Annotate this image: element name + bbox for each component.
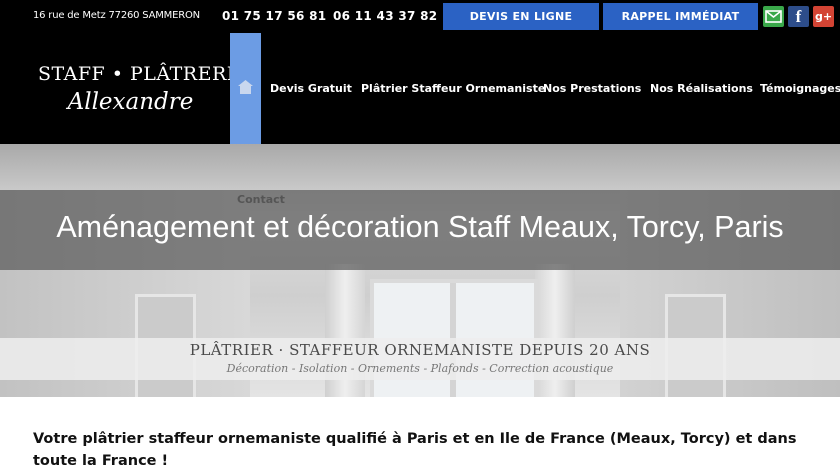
nav-contact[interactable]: Contact — [237, 193, 285, 206]
hero-tagline: PLÂTRIER · STAFFEUR ORNEMANISTE DEPUIS 2… — [189, 341, 651, 359]
address-text: 16 rue de Metz 77260 SAMMERON — [33, 10, 200, 21]
home-icon — [238, 79, 253, 94]
page-title: Aménagement et décoration Staff Meaux, T… — [56, 210, 784, 244]
hero-decor — [0, 144, 840, 190]
logo-line-2: Allexandre — [67, 89, 194, 115]
google-plus-icon[interactable]: g+ — [813, 6, 834, 27]
rappel-immediat-button[interactable]: RAPPEL IMMÉDIAT — [603, 3, 758, 30]
phone-number-1[interactable]: 01 75 17 56 81 — [222, 9, 326, 23]
nav-realisations[interactable]: Nos Réalisations — [650, 82, 753, 95]
top-bar: 16 rue de Metz 77260 SAMMERON 01 75 17 5… — [0, 0, 840, 33]
hero-banner: Contact Aménagement et décoration Staff … — [0, 144, 840, 397]
nav-prestations[interactable]: Nos Prestations — [543, 82, 641, 95]
facebook-icon[interactable]: f — [788, 6, 809, 27]
nav-temoignages[interactable]: Témoignages — [760, 82, 840, 95]
nav-devis-gratuit[interactable]: Devis Gratuit — [270, 82, 352, 95]
site-header: STAFF • PLÂTRERIE Allexandre Devis Gratu… — [0, 33, 840, 144]
site-logo[interactable]: STAFF • PLÂTRERIE Allexandre — [38, 63, 250, 115]
nav-platrier-staffeur[interactable]: Plâtrier Staffeur Ornemaniste — [361, 82, 545, 95]
devis-en-ligne-button[interactable]: DEVIS EN LIGNE — [443, 3, 599, 30]
logo-line-1: STAFF • PLÂTRERIE — [38, 63, 250, 85]
phone-number-2[interactable]: 06 11 43 37 82 — [333, 9, 437, 23]
home-tab[interactable] — [230, 33, 261, 144]
intro-heading: Votre plâtrier staffeur ornemaniste qual… — [33, 431, 797, 469]
hero-subtagline: Décoration - Isolation - Ornements - Pla… — [226, 362, 614, 375]
mail-icon[interactable] — [763, 6, 784, 27]
